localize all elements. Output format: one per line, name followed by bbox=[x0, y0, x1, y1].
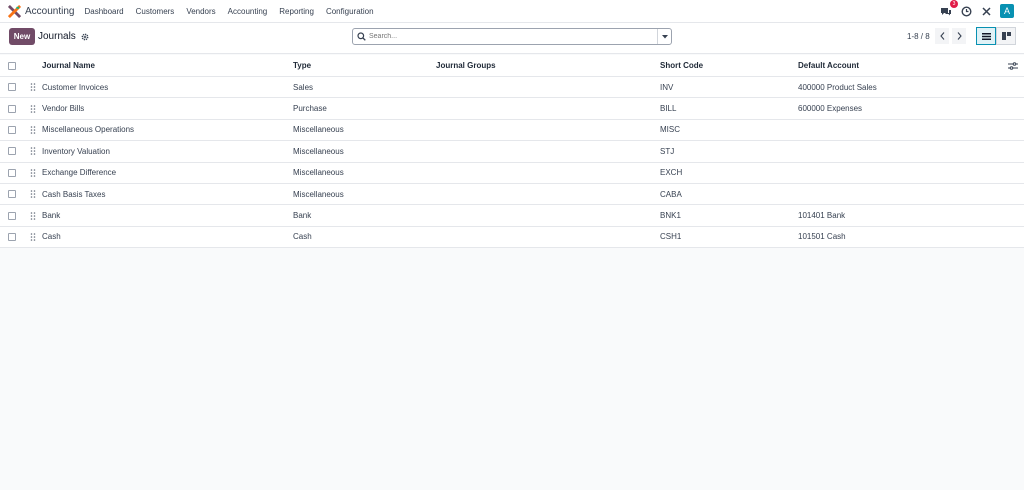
chat-icon bbox=[941, 7, 951, 15]
cell-type: Bank bbox=[293, 211, 312, 221]
chevron-left-icon bbox=[939, 32, 944, 40]
row-checkbox[interactable] bbox=[8, 168, 16, 177]
cell-default-account: 400000 Product Sales bbox=[798, 82, 877, 92]
row-checkbox[interactable] bbox=[8, 232, 16, 241]
cell-short-code: BILL bbox=[660, 104, 677, 114]
row-checkbox[interactable] bbox=[8, 125, 16, 134]
drag-handle-icon[interactable] bbox=[30, 168, 36, 177]
table-row[interactable]: Vendor Bills Purchase BILL 600000 Expens… bbox=[0, 98, 1024, 120]
user-avatar[interactable]: A bbox=[1000, 4, 1014, 18]
caret-down-icon bbox=[661, 34, 668, 38]
drag-handle-icon[interactable] bbox=[30, 190, 36, 198]
column-header-short-code[interactable]: Short Code bbox=[660, 61, 703, 70]
pager-value[interactable]: 1-8 / 8 bbox=[907, 32, 930, 41]
drag-handle-icon[interactable] bbox=[30, 211, 36, 220]
chat-button[interactable]: 3 bbox=[940, 0, 958, 17]
systray: 3 A bbox=[940, 0, 1014, 18]
table-row[interactable]: Cash Cash CSH1 101501 Cash bbox=[0, 227, 1024, 249]
cell-type: Miscellaneous bbox=[293, 189, 344, 199]
new-button[interactable]: New bbox=[9, 28, 35, 45]
cell-journal-name: Cash Basis Taxes bbox=[42, 189, 106, 199]
drag-handle-icon[interactable] bbox=[30, 126, 36, 134]
accounting-app-icon[interactable] bbox=[8, 4, 21, 18]
app-name[interactable]: Accounting bbox=[25, 6, 74, 17]
cell-default-account: 600000 Expenses bbox=[798, 104, 863, 114]
menu-accounting[interactable]: Accounting bbox=[228, 7, 268, 16]
journals-table: Journal Name Type Journal Groups Short C… bbox=[0, 55, 1024, 249]
row-checkbox[interactable] bbox=[8, 190, 16, 199]
cell-short-code: CSH1 bbox=[660, 232, 682, 242]
column-header-journal-groups[interactable]: Journal Groups bbox=[436, 61, 496, 70]
drag-handle-icon[interactable] bbox=[30, 233, 36, 241]
cell-short-code: BNK1 bbox=[660, 211, 681, 221]
list-view-icon bbox=[981, 32, 991, 40]
cell-default-account: 101501 Cash bbox=[798, 232, 846, 242]
tools-icon bbox=[981, 6, 991, 16]
cell-short-code: MISC bbox=[660, 125, 680, 135]
cell-type: Miscellaneous bbox=[293, 125, 344, 135]
search-options-toggle[interactable] bbox=[657, 29, 671, 44]
table-row[interactable]: Exchange Difference Miscellaneous EXCH bbox=[0, 163, 1024, 184]
cell-type: Cash bbox=[293, 232, 312, 242]
control-panel: New Journals 1-8 / 8 bbox=[0, 23, 1024, 54]
table-row[interactable]: Customer Invoices Sales INV 400000 Produ… bbox=[0, 77, 1024, 99]
list-view-button[interactable] bbox=[976, 27, 996, 45]
cell-journal-name: Customer Invoices bbox=[42, 82, 109, 92]
drag-handle-icon[interactable] bbox=[30, 104, 36, 113]
kanban-view-icon bbox=[1001, 32, 1011, 40]
table-row[interactable]: Bank Bank BNK1 101401 Bank bbox=[0, 205, 1024, 227]
search-icon bbox=[353, 32, 369, 41]
optional-columns-icon[interactable] bbox=[1008, 61, 1018, 71]
chat-badge: 3 bbox=[950, 0, 958, 8]
column-header-journal-name[interactable]: Journal Name bbox=[42, 61, 95, 70]
pager-next-button[interactable] bbox=[952, 28, 966, 44]
row-checkbox[interactable] bbox=[8, 147, 16, 156]
search-bar[interactable] bbox=[352, 28, 672, 45]
row-checkbox[interactable] bbox=[8, 83, 16, 92]
cell-default-account: 101401 Bank bbox=[798, 211, 846, 221]
select-all-checkbox[interactable] bbox=[8, 61, 16, 70]
drag-handle-icon[interactable] bbox=[30, 147, 36, 156]
cell-journal-name: Vendor Bills bbox=[42, 104, 85, 114]
column-header-default-account[interactable]: Default Account bbox=[798, 61, 859, 70]
clock-icon bbox=[960, 5, 972, 17]
cell-journal-name: Miscellaneous Operations bbox=[42, 125, 135, 135]
cell-journal-name: Exchange Difference bbox=[42, 168, 117, 178]
cell-type: Purchase bbox=[293, 104, 327, 114]
cell-type: Miscellaneous bbox=[293, 146, 344, 156]
cell-short-code: INV bbox=[660, 82, 674, 92]
top-navbar: Accounting Dashboard Customers Vendors A… bbox=[0, 0, 1024, 23]
cell-journal-name: Inventory Valuation bbox=[42, 146, 110, 156]
activity-button[interactable] bbox=[960, 5, 972, 17]
page-title: Journals bbox=[38, 31, 76, 42]
menu-reporting[interactable]: Reporting bbox=[279, 7, 314, 16]
cell-short-code: EXCH bbox=[660, 168, 683, 178]
table-row[interactable]: Miscellaneous Operations Miscellaneous M… bbox=[0, 120, 1024, 142]
cell-journal-name: Cash bbox=[42, 232, 61, 242]
debug-button[interactable] bbox=[980, 5, 992, 17]
search-input[interactable] bbox=[369, 33, 657, 40]
table-row[interactable]: Cash Basis Taxes Miscellaneous CABA bbox=[0, 184, 1024, 206]
cell-type: Sales bbox=[293, 82, 314, 92]
menu-configuration[interactable]: Configuration bbox=[326, 7, 374, 16]
menu-customers[interactable]: Customers bbox=[136, 7, 175, 16]
breadcrumb: Journals bbox=[38, 31, 89, 42]
table-header: Journal Name Type Journal Groups Short C… bbox=[0, 55, 1024, 77]
column-header-type[interactable]: Type bbox=[293, 61, 311, 70]
drag-handle-icon[interactable] bbox=[30, 83, 36, 91]
chevron-right-icon bbox=[957, 32, 962, 40]
menu-dashboard[interactable]: Dashboard bbox=[84, 7, 123, 16]
row-checkbox[interactable] bbox=[8, 211, 16, 220]
table-row[interactable]: Inventory Valuation Miscellaneous STJ bbox=[0, 141, 1024, 163]
cell-journal-name: Bank bbox=[42, 211, 61, 221]
kanban-view-button[interactable] bbox=[996, 27, 1016, 45]
gear-icon[interactable] bbox=[81, 33, 89, 41]
row-checkbox[interactable] bbox=[8, 104, 16, 113]
menu-vendors[interactable]: Vendors bbox=[186, 7, 215, 16]
pager-previous-button[interactable] bbox=[935, 28, 949, 44]
cell-short-code: CABA bbox=[660, 189, 682, 199]
cell-type: Miscellaneous bbox=[293, 168, 344, 178]
cell-short-code: STJ bbox=[660, 146, 675, 156]
